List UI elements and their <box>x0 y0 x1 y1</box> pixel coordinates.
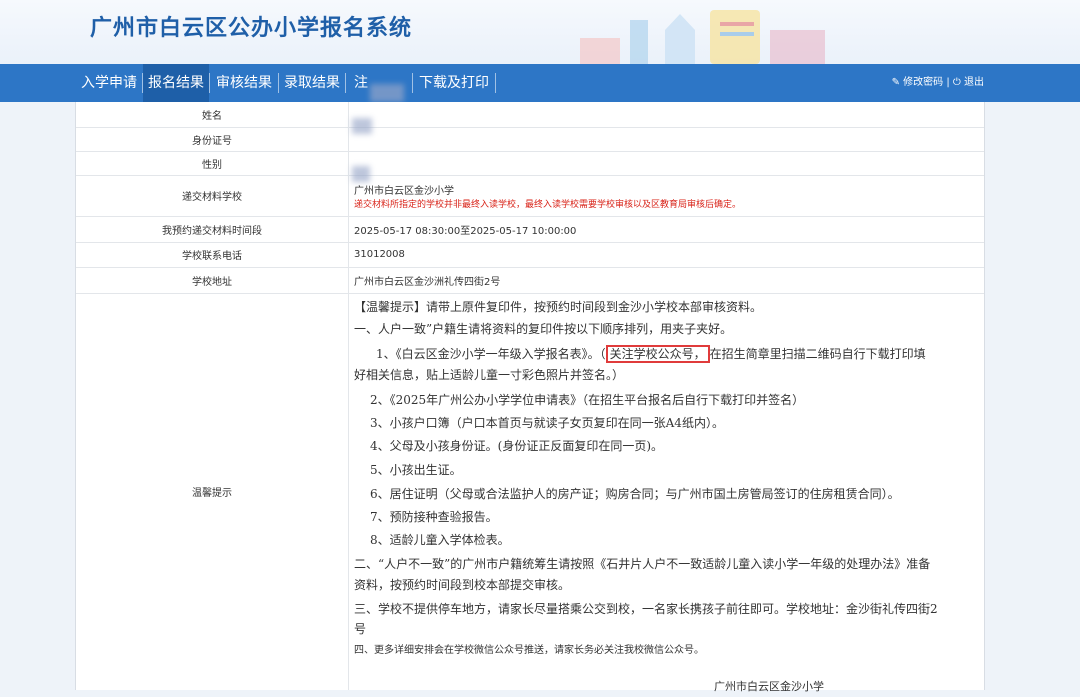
highlight-box: 关注学校公众号， <box>605 345 710 363</box>
notice-label: 温馨提示 <box>76 293 349 690</box>
field-label: 递交材料学校 <box>76 175 349 216</box>
notice-line: 6、居住证明（父母或合法监护人的房产证；购房合同；与广州市国土房管局签订的住房租… <box>370 487 900 501</box>
table-row: 姓名 <box>76 102 984 128</box>
notice-line: 资料，按预约时间段到校本部提交审核。 <box>354 578 571 592</box>
notice-line: 四、更多详细安排会在学校微信公众号推送，请家长务必关注我校微信公众号。 <box>354 645 704 656</box>
notice-line: 好相关信息，贴上适龄儿童一寸彩色照片并签名。） <box>354 368 625 382</box>
notice-line: 8、适龄儿童入学体检表。 <box>370 533 510 547</box>
nav-item-admission-result[interactable]: 录取结果 <box>279 64 345 102</box>
site-title: 广州市白云区公办小学报名系统 <box>90 16 413 41</box>
redaction-blur <box>352 118 372 134</box>
field-value <box>354 127 984 151</box>
table-row: 身份证号 <box>76 127 984 152</box>
registration-details: 姓名 身份证号 性别 递交材料学校 广州市白云区金沙小学 递交材料所指定的学校并… <box>75 102 985 693</box>
nav-item-download-print[interactable]: 下载及打印 <box>413 64 495 102</box>
notice-line: 7、预防接种查验报告。 <box>370 510 498 524</box>
nav-item-review-result[interactable]: 审核结果 <box>210 64 278 102</box>
table-row: 递交材料学校 广州市白云区金沙小学 递交材料所指定的学校并非最终入读学校，最终入… <box>76 175 984 217</box>
nav-item-registration-result[interactable]: 报名结果 <box>143 64 209 102</box>
redaction-blur <box>352 166 370 182</box>
notice-line: 一、人户一致”户籍生请将资料的复印件按以下顺序排列，用夹子夹好。 <box>354 322 733 336</box>
action-separator: | <box>946 77 950 88</box>
field-label: 我预约递交材料时间段 <box>76 216 349 242</box>
notice-line: 2、《2025年广州公办小学学位申请表》（在招生平台报名后自行下载打印并签名） <box>370 393 805 407</box>
field-label: 姓名 <box>76 102 349 127</box>
power-icon: ⏻ <box>952 77 961 88</box>
notice-footer: 广州市白云区金沙小学 <box>714 680 824 693</box>
nav-separator <box>495 73 496 93</box>
table-row: 性别 <box>76 151 984 176</box>
field-value <box>354 102 984 127</box>
notice-line: 3、小孩户口簿（户口本首页与就读子女页复印在同一张A4纸内）。 <box>370 416 724 430</box>
field-value: 2025-05-17 08:30:00至2025-05-17 10:00:00 <box>354 225 577 237</box>
notice-line: 号 <box>354 622 367 636</box>
field-label: 学校联系电话 <box>76 242 349 267</box>
school-note: 递交材料所指定的学校并非最终入读学校，最终入读学校需要学校审核以及区教育局审核后… <box>354 199 742 210</box>
field-label: 性别 <box>76 151 349 175</box>
nav-item-apply[interactable]: 入学申请 <box>76 64 142 102</box>
notice-line: 4、父母及小孩身份证。(身份证正反面复印在同一页)。 <box>370 439 664 453</box>
field-value: 广州市白云区金沙洲礼传四街2号 <box>354 276 501 288</box>
redaction-blur <box>370 84 404 102</box>
notice-line: 【温馨提示】请带上原件复印件，按预约时间段到金沙小学校本部审核资料。 <box>354 300 763 314</box>
notice-line: 二、“人户不一致”的广州市户籍统筹生请按照《石井片人户不一致适龄儿童入读小学一年… <box>354 557 931 571</box>
field-label: 学校地址 <box>76 267 349 293</box>
field-value <box>354 151 984 175</box>
pencil-icon: ✎ <box>891 77 900 88</box>
header: 广州市白云区公办小学报名系统 <box>0 0 1080 64</box>
field-label: 身份证号 <box>76 127 349 151</box>
notice-line: 5、小孩出生证。 <box>370 463 462 477</box>
field-value: 31012008 <box>354 249 405 260</box>
table-row: 学校地址 广州市白云区金沙洲礼传四街2号 <box>76 267 984 294</box>
main-nav: 入学申请 报名结果 审核结果 录取结果 注 下载及打印 ✎ 修改密码 | ⏻ 退… <box>0 64 1080 102</box>
notice-line: 1、《白云区金沙小学一年级入学报名表》。（ 关注学校公众号， 在招生简章里扫描二维码… <box>376 345 926 363</box>
decorative-banner-illustration <box>580 10 825 64</box>
logout-link[interactable]: 退出 <box>964 77 984 88</box>
field-value: 广州市白云区金沙小学 递交材料所指定的学校并非最终入读学校，最终入读学校需要学校… <box>354 175 984 216</box>
table-row: 我预约递交材料时间段 2025-05-17 08:30:00至2025-05-1… <box>76 216 984 243</box>
school-name: 广州市白云区金沙小学 <box>354 185 454 197</box>
user-actions: ✎ 修改密码 | ⏻ 退出 <box>892 64 984 102</box>
notice-line: 三、学校不提供停车地方，请家长尽量搭乘公交到校，一名家长携孩子前往即可。学校地址… <box>354 602 938 616</box>
change-password-link[interactable]: 修改密码 <box>903 77 943 88</box>
table-row: 学校联系电话 31012008 <box>76 242 984 268</box>
